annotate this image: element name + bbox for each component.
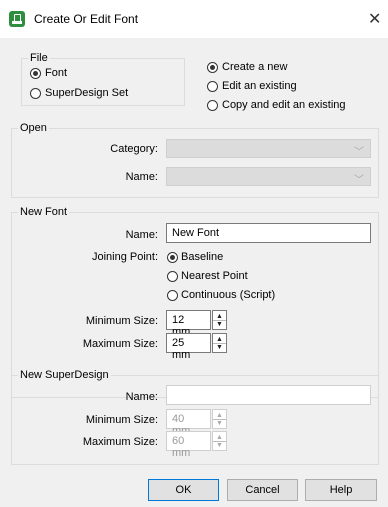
superdesign-set-radio-label: SuperDesign Set xyxy=(45,87,129,99)
dialog-body: File Font SuperDesign Set Create a new E… xyxy=(0,38,388,507)
font-max-size-input[interactable]: 25 mm xyxy=(166,333,211,361)
ok-button[interactable]: OK xyxy=(148,479,219,501)
stepper-down-icon[interactable]: ▼ xyxy=(216,344,223,351)
superdesign-name-label: Name: xyxy=(125,391,158,403)
font-min-size-label: Minimum Size: xyxy=(85,315,158,327)
baseline-label: Baseline xyxy=(181,251,224,263)
stepper-up-icon[interactable]: ▲ xyxy=(216,434,223,441)
font-name-input[interactable]: New Font xyxy=(166,223,371,243)
open-name-label: Name: xyxy=(125,171,158,183)
joining-point-label: Joining Point: xyxy=(91,251,158,263)
edit-existing-label: Edit an existing xyxy=(222,80,297,92)
edit-existing-radio[interactable] xyxy=(207,81,218,92)
superdesign-name-input[interactable] xyxy=(166,385,371,405)
stepper-down-icon[interactable]: ▼ xyxy=(216,321,223,328)
category-select[interactable]: ﹀ xyxy=(166,139,371,158)
font-radio-label: Font xyxy=(45,67,68,79)
baseline-radio[interactable] xyxy=(167,252,178,263)
nearest-point-radio[interactable] xyxy=(167,271,178,282)
superdesign-min-size-input[interactable]: 40 mm xyxy=(166,409,211,437)
create-new-label: Create a new xyxy=(222,61,288,73)
superdesign-set-radio[interactable] xyxy=(30,88,41,99)
new-font-group-legend: New Font xyxy=(18,206,70,218)
font-min-size-input[interactable]: 12 mm xyxy=(166,310,211,338)
superdesign-max-size-label: Maximum Size: xyxy=(82,436,158,448)
stepper-down-icon[interactable]: ▼ xyxy=(216,420,223,427)
help-button[interactable]: Help xyxy=(305,479,377,501)
copy-edit-existing-label: Copy and edit an existing xyxy=(222,99,346,111)
superdesign-min-size-label: Minimum Size: xyxy=(85,414,158,426)
file-group-legend: File xyxy=(28,52,50,64)
open-name-select[interactable]: ﹀ xyxy=(166,167,371,186)
stepper-down-icon[interactable]: ▼ xyxy=(216,442,223,449)
create-new-radio[interactable] xyxy=(207,62,218,73)
open-group-legend: Open xyxy=(18,122,49,134)
font-min-size-stepper[interactable]: ▲ ▼ xyxy=(212,310,227,330)
continuous-script-label: Continuous (Script) xyxy=(181,289,276,301)
stepper-up-icon[interactable]: ▲ xyxy=(216,336,223,343)
superdesign-max-size-stepper[interactable]: ▲ ▼ xyxy=(212,431,227,451)
title-bar: Create Or Edit Font ✕ xyxy=(0,0,388,38)
stepper-up-icon[interactable]: ▲ xyxy=(216,412,223,419)
chevron-down-icon: ﹀ xyxy=(354,175,364,186)
copy-edit-existing-radio[interactable] xyxy=(207,100,218,111)
font-name-label: Name: xyxy=(125,229,158,241)
font-radio[interactable] xyxy=(30,68,41,79)
close-icon[interactable]: ✕ xyxy=(368,9,381,29)
font-max-size-label: Maximum Size: xyxy=(82,338,158,350)
new-superdesign-group-legend: New SuperDesign xyxy=(18,369,111,381)
cancel-button[interactable]: Cancel xyxy=(227,479,298,501)
stepper-up-icon[interactable]: ▲ xyxy=(216,313,223,320)
window-title: Create Or Edit Font xyxy=(34,12,139,26)
superdesign-max-size-input[interactable]: 60 mm xyxy=(166,431,211,459)
font-max-size-stepper[interactable]: ▲ ▼ xyxy=(212,333,227,353)
chevron-down-icon: ﹀ xyxy=(354,147,364,158)
nearest-point-label: Nearest Point xyxy=(181,270,248,282)
continuous-script-radio[interactable] xyxy=(167,290,178,301)
category-label: Category: xyxy=(110,143,158,155)
superdesign-min-size-stepper[interactable]: ▲ ▼ xyxy=(212,409,227,429)
app-icon xyxy=(9,11,25,27)
